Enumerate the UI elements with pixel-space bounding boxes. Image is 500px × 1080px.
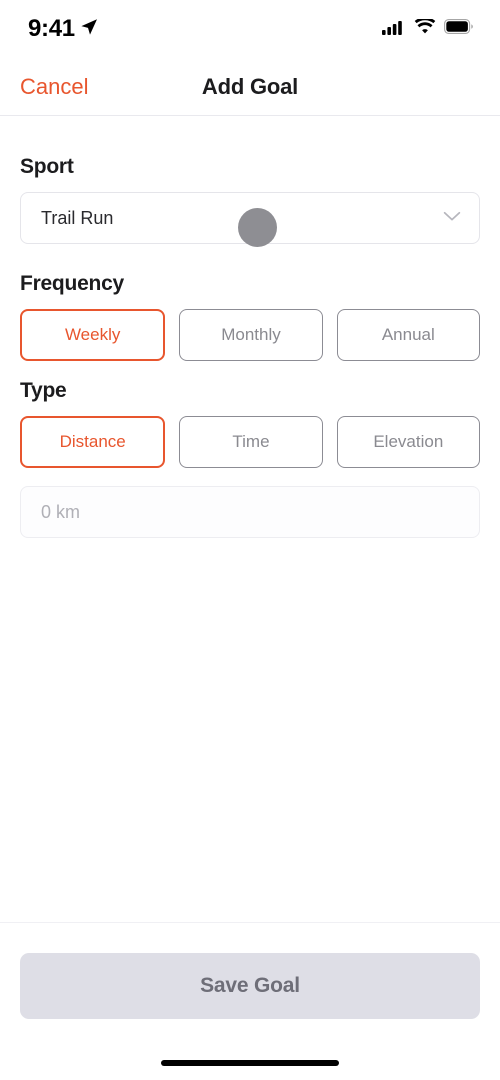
app-screen: 9:41 Cancel Add Goal Sport Trail Run Fre…	[0, 0, 500, 1080]
battery-full-icon	[444, 19, 474, 39]
sport-select-value: Trail Run	[41, 207, 114, 228]
type-option-time[interactable]: Time	[179, 416, 323, 468]
sport-select[interactable]: Trail Run	[20, 192, 480, 244]
frequency-section-heading: Frequency	[20, 272, 124, 295]
type-section-heading: Type	[20, 379, 67, 402]
save-goal-button[interactable]: Save Goal	[20, 953, 480, 1019]
status-bar-right	[382, 16, 474, 40]
goal-value-input[interactable]	[20, 486, 480, 538]
chevron-down-icon	[443, 209, 461, 227]
type-option-elevation[interactable]: Elevation	[336, 416, 480, 468]
bottom-action-bar: Save Goal	[0, 922, 500, 1080]
page-title: Add Goal	[201, 73, 299, 99]
frequency-option-annual[interactable]: Annual	[336, 309, 480, 361]
frequency-option-row: Weekly Monthly Annual	[20, 309, 480, 361]
frequency-option-weekly[interactable]: Weekly	[20, 309, 166, 361]
form-content: Sport Trail Run Frequency Weekly Monthly…	[0, 117, 500, 922]
frequency-option-monthly[interactable]: Monthly	[179, 309, 323, 361]
cellular-signal-icon	[382, 19, 406, 40]
status-bar: 9:41	[0, 0, 500, 58]
wifi-icon	[414, 16, 436, 40]
type-option-row: Distance Time Elevation	[20, 416, 480, 468]
status-bar-left: 9:41	[28, 17, 98, 41]
navigation-bar: Cancel Add Goal	[0, 58, 500, 116]
home-indicator	[161, 1060, 339, 1066]
sport-section-heading: Sport	[20, 155, 74, 178]
status-bar-clock: 9:41	[28, 15, 75, 42]
type-option-distance[interactable]: Distance	[20, 416, 166, 468]
location-arrow-icon	[80, 18, 98, 41]
